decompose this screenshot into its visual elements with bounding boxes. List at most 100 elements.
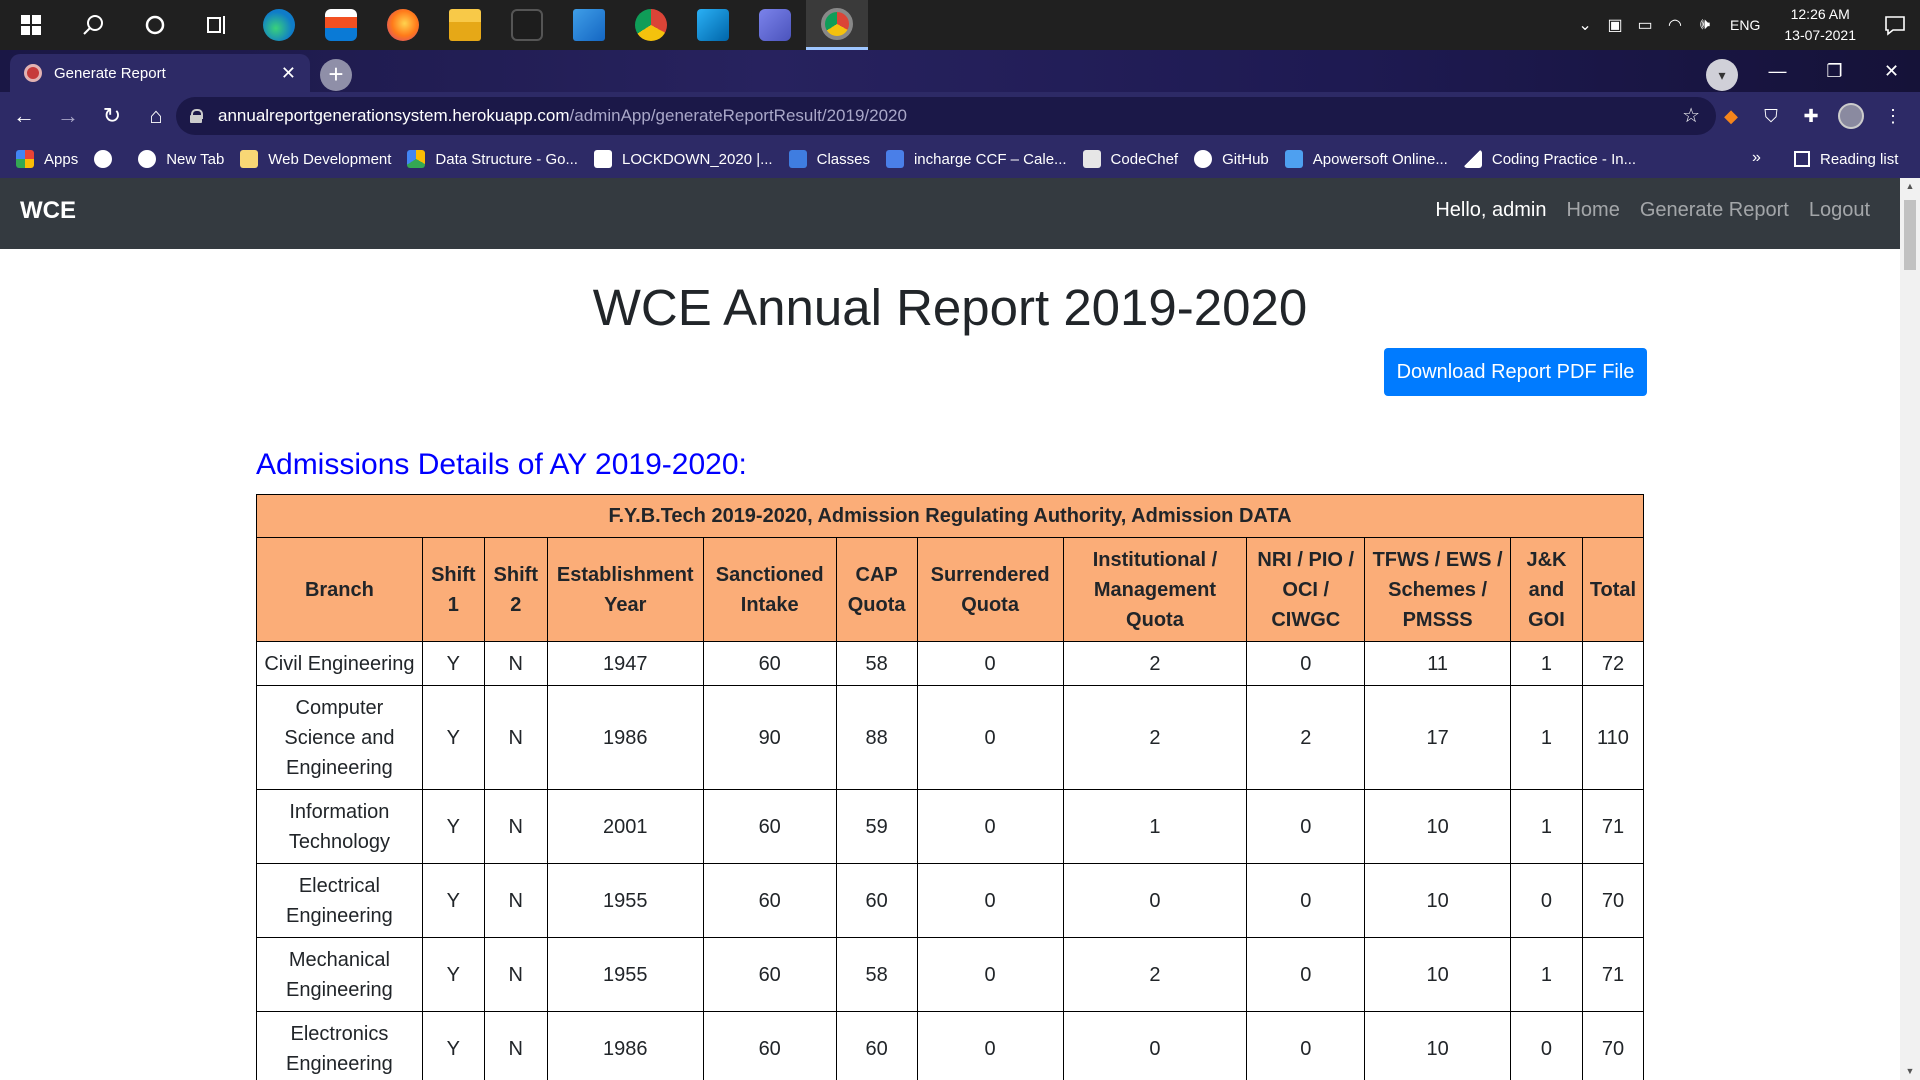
- apowersoft-icon: [1284, 150, 1303, 168]
- chrome-icon[interactable]: [620, 0, 682, 50]
- menu-icon[interactable]: ⋮: [1873, 92, 1913, 140]
- system-tray: ⌄ ▣ ▭ ◠ 🕪 ENG 12:26 AM 13-07-2021: [1570, 0, 1920, 50]
- clock-date: 13-07-2021: [1784, 27, 1856, 43]
- table-cell: 90: [702, 685, 837, 790]
- bookmark-coding-practice[interactable]: Coding Practice - In...: [1463, 150, 1636, 168]
- avatar[interactable]: [1831, 92, 1871, 140]
- scroll-thumb[interactable]: [1904, 200, 1916, 270]
- mail-icon[interactable]: [558, 0, 620, 50]
- task-view-icon[interactable]: [186, 0, 248, 50]
- metamask-icon[interactable]: ◆: [1711, 92, 1751, 140]
- address-bar[interactable]: annualreportgenerationsystem.herokuapp.c…: [176, 97, 1716, 135]
- search-icon[interactable]: [62, 0, 124, 50]
- download-pdf-button[interactable]: Download Report PDF File: [1384, 348, 1647, 396]
- table-cell: Y: [421, 1011, 485, 1080]
- notion-icon[interactable]: [496, 0, 558, 50]
- window-close-icon[interactable]: ✕: [1863, 50, 1920, 92]
- section-title: Admissions Details of AY 2019-2020:: [256, 448, 747, 481]
- vscode-icon[interactable]: [682, 0, 744, 50]
- table-cell: N: [483, 1011, 548, 1080]
- back-icon[interactable]: ←: [4, 96, 44, 136]
- clock-time: 12:26 AM: [1790, 6, 1850, 22]
- device-icon[interactable]: ▣: [1602, 15, 1628, 35]
- scroll-up-icon[interactable]: ▲: [1900, 178, 1920, 195]
- new-tab-button[interactable]: +: [320, 59, 352, 91]
- column-header: TFWS / EWS / Schemes / PMSSS: [1364, 537, 1511, 642]
- bookmarks-overflow-icon[interactable]: »: [1752, 149, 1761, 167]
- table-cell: 2: [1062, 685, 1248, 790]
- bookmark-incharge-ccf[interactable]: incharge CCF – Cale...: [885, 150, 1067, 168]
- table-cell: 72: [1581, 641, 1645, 686]
- bookmark-classes[interactable]: Classes: [788, 150, 870, 168]
- nav-logout-link[interactable]: Logout: [1809, 199, 1870, 222]
- clock[interactable]: 12:26 AM 13-07-2021: [1784, 4, 1856, 46]
- forward-icon[interactable]: →: [48, 96, 88, 136]
- bookmark-data-structure[interactable]: Data Structure - Go...: [407, 150, 578, 168]
- table-cell: 1947: [546, 641, 704, 686]
- table-cell: 60: [702, 641, 837, 686]
- admissions-table: F.Y.B.Tech 2019-2020, Admission Regulati…: [256, 494, 1645, 1080]
- lock-icon[interactable]: [190, 109, 203, 123]
- close-icon[interactable]: ✕: [281, 63, 296, 84]
- table-cell: 10: [1364, 789, 1511, 864]
- shield-icon[interactable]: ⛉: [1751, 92, 1791, 140]
- navbar-brand[interactable]: WCE: [20, 197, 76, 225]
- restore-icon[interactable]: ❐: [1806, 50, 1863, 92]
- store-icon[interactable]: [310, 0, 372, 50]
- bookmark-web-development[interactable]: Web Development: [240, 150, 391, 168]
- bookmark-apowersoft[interactable]: Apowersoft Online...: [1284, 150, 1448, 168]
- minimize-icon[interactable]: —: [1749, 50, 1806, 92]
- reading-list-label: Reading list: [1820, 150, 1899, 168]
- bookmark-new-tab[interactable]: New Tab: [138, 150, 224, 168]
- table-cell: 10: [1364, 1011, 1511, 1080]
- table-cell: 58: [835, 641, 918, 686]
- extensions-icon[interactable]: ✚: [1791, 92, 1831, 140]
- bookmark-label: CodeChef: [1110, 150, 1179, 168]
- branch-cell: Information Technology: [256, 789, 423, 864]
- browser-tab-strip: Generate Report ✕ + ▾ — ❐ ✕: [0, 50, 1920, 92]
- bookmark-globe[interactable]: [94, 150, 122, 168]
- wifi-icon[interactable]: ◠: [1662, 15, 1688, 35]
- table-row: Information Technology Y N 2001 60 59 0 1 0 10 1 71: [256, 789, 1645, 864]
- home-icon[interactable]: ⌂: [136, 96, 176, 136]
- bookmark-github[interactable]: GitHub: [1194, 150, 1269, 168]
- bookmark-lockdown[interactable]: LOCKDOWN_2020 |...: [593, 150, 773, 168]
- teams-icon[interactable]: [744, 0, 806, 50]
- reading-list-button[interactable]: Reading list: [1794, 140, 1898, 178]
- nav-generate-report-link[interactable]: Generate Report: [1640, 199, 1789, 222]
- table-cell: 0: [1246, 641, 1366, 686]
- bookmark-label: Web Development: [268, 150, 392, 168]
- reload-icon[interactable]: ↻: [92, 96, 132, 136]
- page-scrollbar[interactable]: ▲ ▼: [1900, 178, 1920, 1080]
- edge-icon[interactable]: [248, 0, 310, 50]
- cortana-icon[interactable]: [124, 0, 186, 50]
- chrome-profile-icon[interactable]: [806, 0, 868, 50]
- table-cell: 60: [835, 1011, 918, 1080]
- file-explorer-icon[interactable]: [434, 0, 496, 50]
- bookmark-label: Apowersoft Online...: [1312, 150, 1448, 168]
- bookmark-apps[interactable]: Apps: [16, 150, 78, 168]
- table-cell: 0: [1510, 1011, 1583, 1080]
- column-header: Institutional / Management Quota: [1062, 537, 1248, 642]
- bookmark-label: Apps: [44, 150, 79, 168]
- tab-generate-report[interactable]: Generate Report ✕: [10, 54, 310, 92]
- windows-start-icon[interactable]: [0, 0, 62, 50]
- notification-icon[interactable]: [1870, 0, 1920, 50]
- table-cell: 71: [1581, 789, 1645, 864]
- table-cell: 60: [702, 937, 837, 1012]
- table-cell: 71: [1581, 937, 1645, 1012]
- table-cell: 0: [916, 1011, 1064, 1080]
- table-cell: 1986: [546, 685, 704, 790]
- volume-icon[interactable]: 🕪: [1692, 16, 1718, 34]
- chevron-up-icon[interactable]: ⌄: [1572, 15, 1598, 35]
- nav-home-link[interactable]: Home: [1566, 199, 1619, 222]
- battery-icon[interactable]: ▭: [1632, 15, 1658, 35]
- bookmark-codechef[interactable]: CodeChef: [1082, 150, 1179, 168]
- firefox-icon[interactable]: [372, 0, 434, 50]
- language-indicator[interactable]: ENG: [1730, 17, 1760, 33]
- tab-search-icon[interactable]: ▾: [1706, 59, 1738, 91]
- scroll-down-icon[interactable]: ▼: [1900, 1063, 1920, 1080]
- table-cell: 10: [1364, 863, 1511, 938]
- table-cell: 0: [916, 863, 1064, 938]
- bookmark-star-icon[interactable]: ☆: [1682, 103, 1700, 128]
